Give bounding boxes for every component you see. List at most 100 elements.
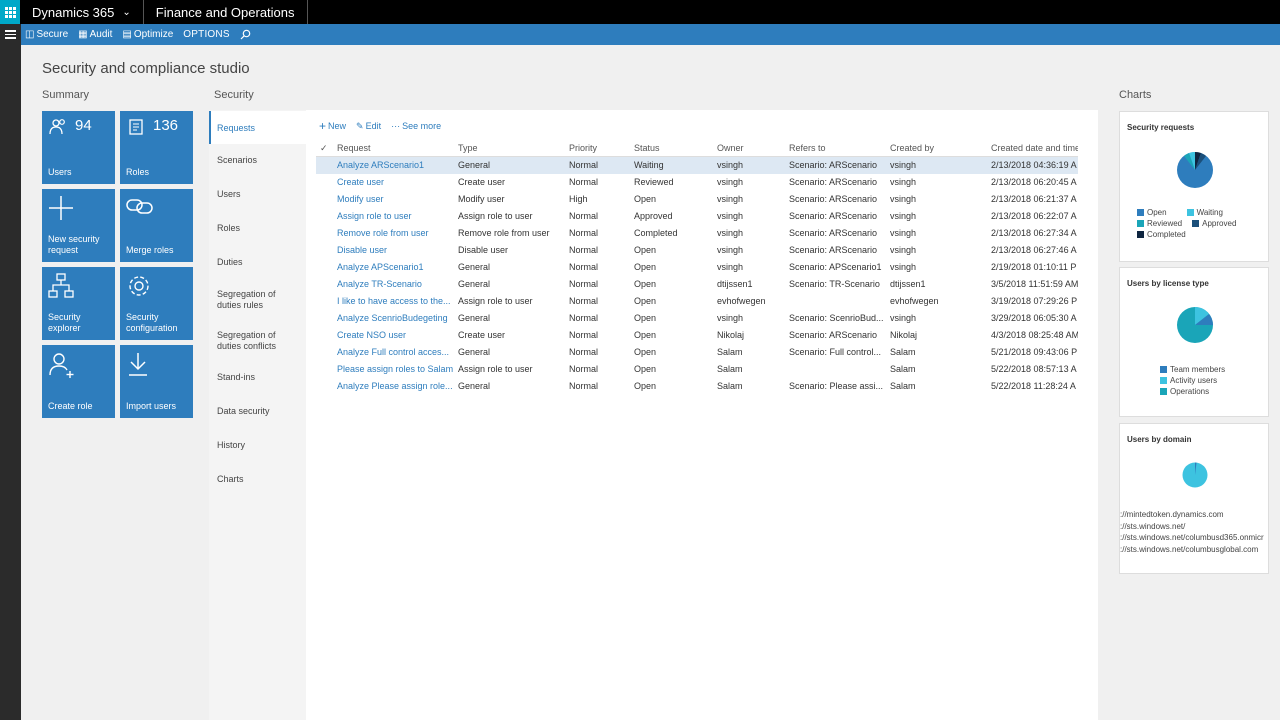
cell-request[interactable]: Please assign roles to Salam: [337, 361, 454, 378]
create-role-label: Create role: [48, 401, 93, 411]
optimize-button[interactable]: ▤ Optimize: [122, 29, 173, 40]
tab-stand-ins[interactable]: Stand-ins: [209, 372, 306, 383]
cell-request[interactable]: Analyze Full control acces...: [337, 344, 454, 361]
audit-button[interactable]: ▦ Audit: [78, 29, 112, 40]
search-icon[interactable]: [240, 29, 251, 40]
cell-refers-to: [789, 293, 885, 310]
cell-status: Open: [634, 194, 657, 204]
hamburger-menu-icon[interactable]: [0, 24, 21, 45]
cell-request[interactable]: Disable user: [337, 242, 454, 259]
tab-scenarios[interactable]: Scenarios: [209, 155, 306, 166]
cell-request[interactable]: Modify user: [337, 191, 454, 208]
legend-operations: Operations: [1160, 386, 1225, 397]
security-explorer-tile[interactable]: Security explorer: [42, 267, 115, 340]
tab-segregation-conflicts[interactable]: Segregation of duties conflicts: [209, 330, 289, 352]
new-security-request-tile[interactable]: New security request: [42, 189, 115, 262]
security-configuration-tile[interactable]: Security configuration: [120, 267, 193, 340]
cell-request[interactable]: Analyze ScenrioBudegeting: [337, 310, 454, 327]
cell-type: General: [458, 262, 491, 272]
cell-request[interactable]: Create NSO user: [337, 327, 454, 344]
roles-icon: [126, 117, 146, 143]
header-type[interactable]: Type: [458, 140, 564, 157]
legend-swatch: [1137, 220, 1144, 227]
see-more-button[interactable]: ··· See more: [391, 119, 441, 133]
table-row[interactable]: Analyze ScenrioBudegeting General Normal Op…: [316, 310, 1078, 327]
cell-request[interactable]: I like to have access to the...: [337, 293, 454, 310]
table-row[interactable]: Create NSO user Create user Normal Open Niko…: [316, 327, 1078, 344]
legend-label: Operations: [1170, 387, 1210, 396]
header-created-date[interactable]: Created date and time: [991, 140, 1078, 157]
tab-roles[interactable]: Roles: [209, 223, 306, 234]
table-row[interactable]: Disable user Disable user Normal Open vsingh…: [316, 242, 1078, 259]
cell-request[interactable]: Remove role from user: [337, 225, 454, 242]
domain-pie[interactable]: [1182, 462, 1208, 488]
table-row[interactable]: Analyze Please assign role... General Norm…: [316, 378, 1078, 395]
cell-request[interactable]: Analyze Please assign role...: [337, 378, 454, 395]
header-created-by[interactable]: Created by: [890, 140, 986, 157]
new-button[interactable]: + New: [319, 119, 346, 133]
cell-status: Open: [634, 262, 657, 272]
table-row[interactable]: Analyze APScenario1 General Normal Open vsin…: [316, 259, 1078, 276]
app-launcher-icon[interactable]: [0, 0, 20, 24]
table-row[interactable]: Please assign roles to Salam Assign role …: [316, 361, 1078, 378]
header-owner[interactable]: Owner: [717, 140, 785, 157]
cell-type: Assign role to user: [458, 364, 533, 374]
tab-users[interactable]: Users: [209, 189, 306, 200]
secure-button[interactable]: ◫ Secure: [25, 29, 68, 40]
table-row[interactable]: Modify user Modify user High Open vsingh Scen…: [316, 191, 1078, 208]
link-icon: [126, 195, 154, 223]
options-button[interactable]: OPTIONS: [183, 29, 229, 40]
tab-duties[interactable]: Duties: [209, 257, 306, 268]
create-role-tile[interactable]: Create role: [42, 345, 115, 418]
tab-charts[interactable]: Charts: [209, 474, 306, 485]
import-users-tile[interactable]: Import users: [120, 345, 193, 418]
cell-owner: Salam: [717, 364, 743, 374]
cell-request[interactable]: Analyze APScenario1: [337, 259, 454, 276]
license-type-pie[interactable]: [1175, 305, 1215, 345]
security-requests-pie[interactable]: [1175, 150, 1215, 190]
select-all-checkmark-icon[interactable]: ✓: [320, 140, 332, 157]
legend-swatch: [1137, 231, 1144, 238]
license-type-legend: Team members Activity users Operations: [1160, 364, 1225, 397]
cell-status: Open: [634, 347, 657, 357]
cell-request[interactable]: Assign role to user: [337, 208, 454, 225]
page-title: Security and compliance studio: [42, 60, 250, 77]
cell-created-date: 2/13/2018 06:27:34 A: [991, 228, 1077, 238]
cell-created-date: 2/13/2018 06:21:37 A: [991, 194, 1077, 204]
header-priority[interactable]: Priority: [569, 140, 629, 157]
cell-request[interactable]: Create user: [337, 174, 454, 191]
cell-created-date: 2/13/2018 06:22:07 A: [991, 211, 1077, 221]
cell-owner: dtijssen1: [717, 279, 753, 289]
table-row[interactable]: Assign role to user Assign role to user No…: [316, 208, 1078, 225]
cell-created-by: Nikolaj: [890, 330, 918, 340]
header-refers-to[interactable]: Refers to: [789, 140, 885, 157]
tab-history[interactable]: History: [209, 440, 306, 451]
cell-status: Reviewed: [634, 177, 674, 187]
table-row[interactable]: Analyze Full control acces... General Norm…: [316, 344, 1078, 361]
roles-tile[interactable]: 136 Roles: [120, 111, 193, 184]
tab-data-security[interactable]: Data security: [209, 406, 306, 417]
table-row[interactable]: Analyze ARScenario1 General Normal Waiting v…: [316, 157, 1078, 174]
table-row[interactable]: Create user Create user Normal Reviewed vsin…: [316, 174, 1078, 191]
brand-menu[interactable]: Dynamics 365 ⌄: [20, 0, 144, 24]
table-row[interactable]: Remove role from user Remove role from us…: [316, 225, 1078, 242]
security-requests-chart: Security requests Open Waiting Reviewed …: [1119, 111, 1269, 262]
edit-button[interactable]: ✎ Edit: [356, 119, 381, 133]
cell-owner: vsingh: [717, 228, 744, 238]
cell-request[interactable]: Analyze TR-Scenario: [337, 276, 454, 293]
tab-requests[interactable]: Requests: [209, 111, 306, 144]
header-request[interactable]: Request: [337, 140, 454, 157]
domain-chart: Users by domain ://mintedtoken.dynamics.…: [1119, 423, 1269, 574]
cell-created-by: vsingh: [890, 160, 917, 170]
cell-created-date: 5/22/2018 08:57:13 A: [991, 364, 1077, 374]
tab-segregation-rules[interactable]: Segregation of duties rules: [209, 289, 289, 311]
merge-roles-tile[interactable]: Merge roles: [120, 189, 193, 262]
cell-request[interactable]: Analyze ARScenario1: [337, 157, 454, 174]
header-status[interactable]: Status: [634, 140, 712, 157]
table-row[interactable]: Analyze TR-Scenario General Normal Open dtij…: [316, 276, 1078, 293]
table-row[interactable]: I like to have access to the... Assign ro…: [316, 293, 1078, 310]
users-tile[interactable]: 94 Users: [42, 111, 115, 184]
cell-refers-to: Scenario: ScenrioBud...: [789, 313, 884, 323]
brand-label: Dynamics 365: [32, 4, 115, 20]
optimize-label: Optimize: [133, 29, 174, 40]
